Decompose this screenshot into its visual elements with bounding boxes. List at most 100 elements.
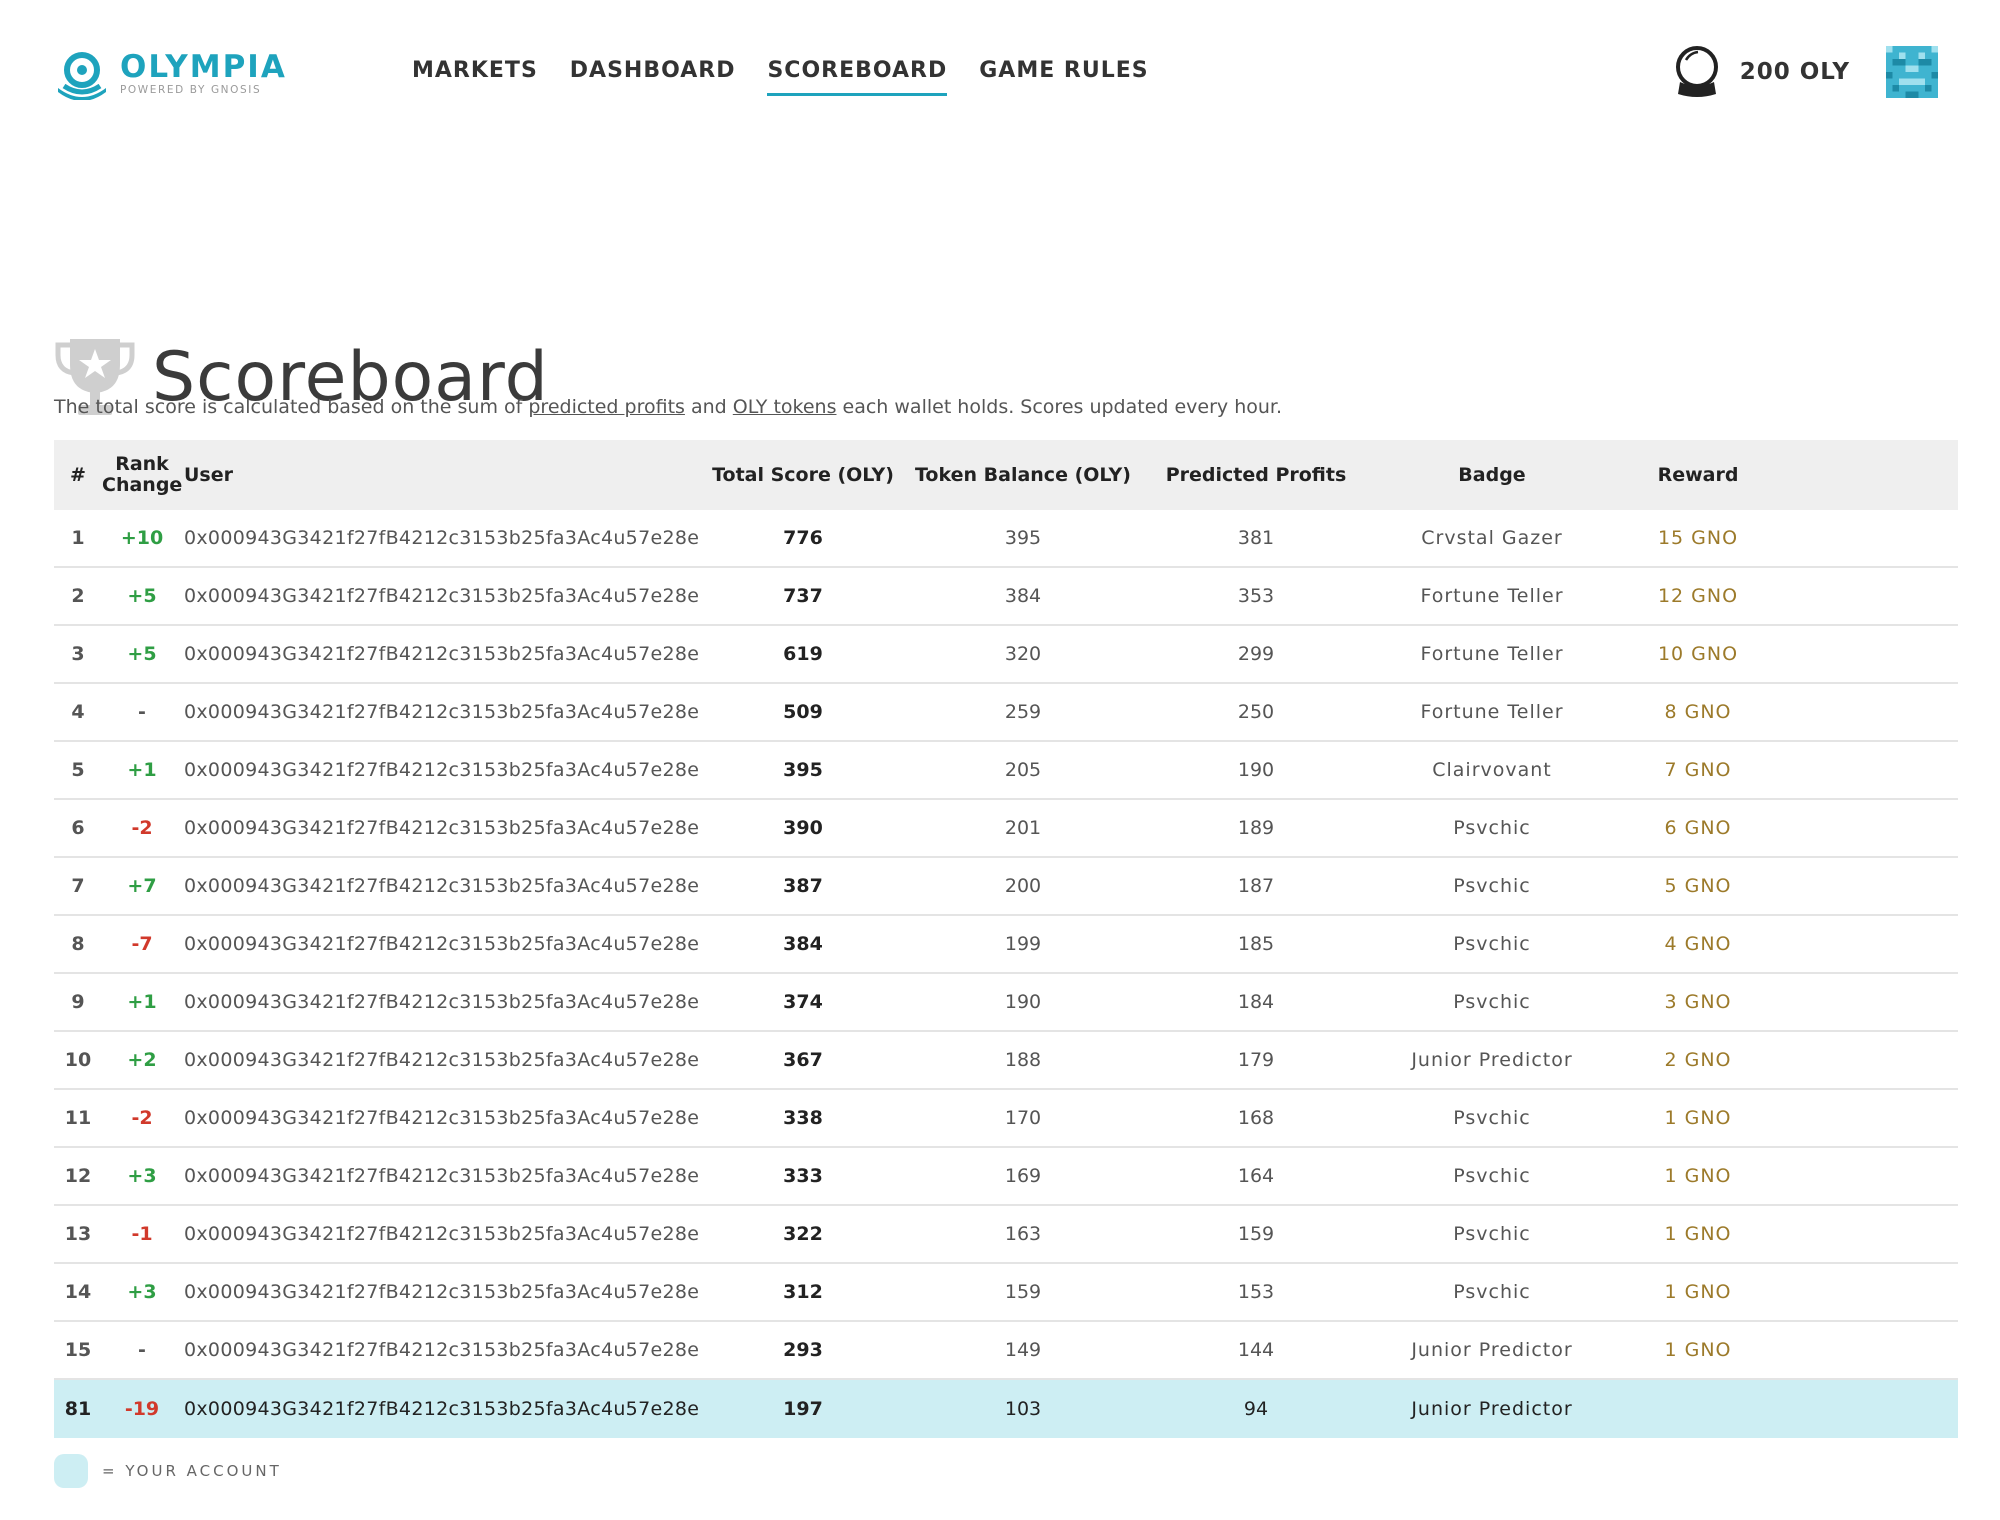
user-address-cell[interactable]: 0x000943G3421f27fB4212c3153b25fa3Ac4u57e… [182, 1263, 699, 1322]
reward-cell [1610, 1379, 1786, 1438]
rank-cell: 12 [54, 1147, 102, 1206]
predicted-profits-cell: 190 [1138, 741, 1374, 800]
badge-cell: Psvchic [1374, 799, 1610, 858]
table-row[interactable]: 15-0x000943G3421f27fB4212c3153b25fa3Ac4u… [54, 1321, 1958, 1380]
total-score-cell: 390 [698, 799, 908, 858]
row-spacer [1786, 915, 1958, 974]
token-balance-cell: 200 [908, 857, 1138, 916]
nav-game-rules[interactable]: GAME RULES [979, 58, 1148, 96]
reward-cell: 1 GNO [1610, 1321, 1786, 1380]
col-token-balance-header[interactable]: Token Balance (OLY) [908, 440, 1138, 510]
pixel-avatar-icon[interactable] [1886, 46, 1938, 98]
total-score-cell: 197 [698, 1379, 908, 1438]
col-rank-change-header[interactable]: Rank Change [102, 440, 182, 510]
user-address-cell[interactable]: 0x000943G3421f27fB4212c3153b25fa3Ac4u57e… [182, 799, 699, 858]
rank-change-cell: -2 [102, 1089, 182, 1148]
table-row[interactable]: 11 -2 0x000943G3421f27fB4212c3153b25fa3Ac4… [54, 1089, 1958, 1148]
user-address-cell[interactable]: 0x000943G3421f27fB4212c3153b25fa3Ac4u57e… [182, 857, 699, 916]
table-row[interactable]: 1 +10 0x000943G3421f27fB4212c3153b25fa3Ac4… [54, 510, 1958, 568]
reward-cell: 2 GNO [1610, 1031, 1786, 1090]
nav-scoreboard[interactable]: SCOREBOARD [767, 58, 948, 96]
rank-change-label-line2: Change [102, 474, 183, 496]
col-badge-header[interactable]: Badge [1374, 440, 1610, 510]
badge-cell: Crvstal Gazer [1374, 510, 1610, 568]
row-spacer [1786, 857, 1958, 916]
rank-cell: 15 [54, 1321, 102, 1380]
rank-cell: 10 [54, 1031, 102, 1090]
table-row[interactable]: 10 +2 0x000943G3421f27fB4212c3153b25fa3Ac4… [54, 1031, 1958, 1090]
user-address-cell[interactable]: 0x000943G3421f27fB4212c3153b25fa3Ac4u57e… [182, 1205, 699, 1264]
user-address-cell[interactable]: 0x000943G3421f27fB4212c3153b25fa3Ac4u57e… [182, 1379, 699, 1438]
total-score-cell: 312 [698, 1263, 908, 1322]
user-address-cell[interactable]: 0x000943G3421f27fB4212c3153b25fa3Ac4u57e… [182, 1321, 699, 1380]
total-score-cell: 322 [698, 1205, 908, 1264]
user-address-cell[interactable]: 0x000943G3421f27fB4212c3153b25fa3Ac4u57e… [182, 510, 699, 568]
row-spacer [1786, 799, 1958, 858]
user-address-cell[interactable]: 0x000943G3421f27fB4212c3153b25fa3Ac4u57e… [182, 567, 699, 626]
user-address-cell[interactable]: 0x000943G3421f27fB4212c3153b25fa3Ac4u57e… [182, 973, 699, 1032]
table-row[interactable]: 2 +5 0x000943G3421f27fB4212c3153b25fa3Ac4u… [54, 567, 1958, 626]
desc-mid: and [690, 396, 727, 418]
table-row[interactable]: 3 +5 0x000943G3421f27fB4212c3153b25fa3Ac4u… [54, 625, 1958, 684]
reward-cell: 1 GNO [1610, 1205, 1786, 1264]
table-row[interactable]: 6 -2 0x000943G3421f27fB4212c3153b25fa3Ac4u… [54, 799, 1958, 858]
col-total-score-header[interactable]: Total Score (OLY) [698, 440, 908, 510]
user-address-cell[interactable]: 0x000943G3421f27fB4212c3153b25fa3Ac4u57e… [182, 1147, 699, 1206]
predicted-profits-cell: 159 [1138, 1205, 1374, 1264]
predicted-profits-link[interactable]: predicted profits [528, 396, 685, 418]
legend-text: = YOUR ACCOUNT [102, 1462, 282, 1480]
table-row[interactable]: 14 +3 0x000943G3421f27fB4212c3153b25fa3Ac4… [54, 1263, 1958, 1322]
row-spacer [1786, 1089, 1958, 1148]
logo[interactable]: OLYMPIA POWERED BY GNOSIS [54, 48, 287, 100]
user-address-cell[interactable]: 0x000943G3421f27fB4212c3153b25fa3Ac4u57e… [182, 683, 699, 742]
rank-cell: 5 [54, 741, 102, 800]
rank-change-cell: +1 [102, 741, 182, 800]
table-row[interactable]: 12 +3 0x000943G3421f27fB4212c3153b25fa3Ac4… [54, 1147, 1958, 1206]
user-address-cell[interactable]: 0x000943G3421f27fB4212c3153b25fa3Ac4u57e… [182, 1031, 699, 1090]
title-row: Scoreboard [54, 292, 549, 462]
table-row[interactable]: 7 +7 0x000943G3421f27fB4212c3153b25fa3Ac4u… [54, 857, 1958, 916]
row-spacer [1786, 683, 1958, 742]
rank-cell: 3 [54, 625, 102, 684]
table-row[interactable]: 4-0x000943G3421f27fB4212c3153b25fa3Ac4u5… [54, 683, 1958, 742]
token-balance-cell: 395 [908, 510, 1138, 568]
predicted-profits-cell: 153 [1138, 1263, 1374, 1322]
col-user-header[interactable]: User [182, 440, 698, 510]
table-row[interactable]: 13 -1 0x000943G3421f27fB4212c3153b25fa3Ac4… [54, 1205, 1958, 1264]
reward-cell: 6 GNO [1610, 799, 1786, 858]
your-account-swatch [54, 1454, 88, 1488]
row-spacer [1786, 1031, 1958, 1090]
rank-cell: 6 [54, 799, 102, 858]
user-address-cell[interactable]: 0x000943G3421f27fB4212c3153b25fa3Ac4u57e… [182, 1089, 699, 1148]
total-score-cell: 338 [698, 1089, 908, 1148]
col-predicted-profits-header[interactable]: Predicted Profits [1138, 440, 1374, 510]
reward-cell: 1 GNO [1610, 1147, 1786, 1206]
nav-markets[interactable]: MARKETS [412, 58, 538, 96]
token-balance-cell: 159 [908, 1263, 1138, 1322]
table-row[interactable]: 5 +1 0x000943G3421f27fB4212c3153b25fa3Ac4u… [54, 741, 1958, 800]
total-score-cell: 374 [698, 973, 908, 1032]
user-address-cell[interactable]: 0x000943G3421f27fB4212c3153b25fa3Ac4u57e… [182, 741, 699, 800]
rank-change-cell: +3 [102, 1147, 182, 1206]
user-address-cell[interactable]: 0x000943G3421f27fB4212c3153b25fa3Ac4u57e… [182, 915, 699, 974]
predicted-profits-cell: 164 [1138, 1147, 1374, 1206]
col-reward-header[interactable]: Reward [1610, 440, 1786, 510]
your-account-row[interactable]: 81 -19 0x000943G3421f27fB4212c3153b25fa3Ac… [54, 1379, 1958, 1438]
table-row[interactable]: 8 -7 0x000943G3421f27fB4212c3153b25fa3Ac4u… [54, 915, 1958, 974]
oly-tokens-link[interactable]: OLY tokens [733, 396, 837, 418]
badge-cell: Psvchic [1374, 915, 1610, 974]
reward-cell: 1 GNO [1610, 1263, 1786, 1322]
badge-cell: Psvchic [1374, 973, 1610, 1032]
logo-subtitle: POWERED BY GNOSIS [120, 84, 262, 96]
row-spacer [1786, 1263, 1958, 1322]
rank-cell: 7 [54, 857, 102, 916]
nav-dashboard[interactable]: DASHBOARD [570, 58, 736, 96]
table-row[interactable]: 9 +1 0x000943G3421f27fB4212c3153b25fa3Ac4u… [54, 973, 1958, 1032]
rank-cell: 81 [54, 1379, 102, 1438]
reward-cell: 5 GNO [1610, 857, 1786, 916]
crystal-ball-icon [1675, 46, 1718, 97]
badge-cell: Psvchic [1374, 1263, 1610, 1322]
user-address-cell[interactable]: 0x000943G3421f27fB4212c3153b25fa3Ac4u57e… [182, 625, 699, 684]
badge-cell: Psvchic [1374, 1147, 1610, 1206]
col-rank-header[interactable]: # [54, 440, 102, 510]
